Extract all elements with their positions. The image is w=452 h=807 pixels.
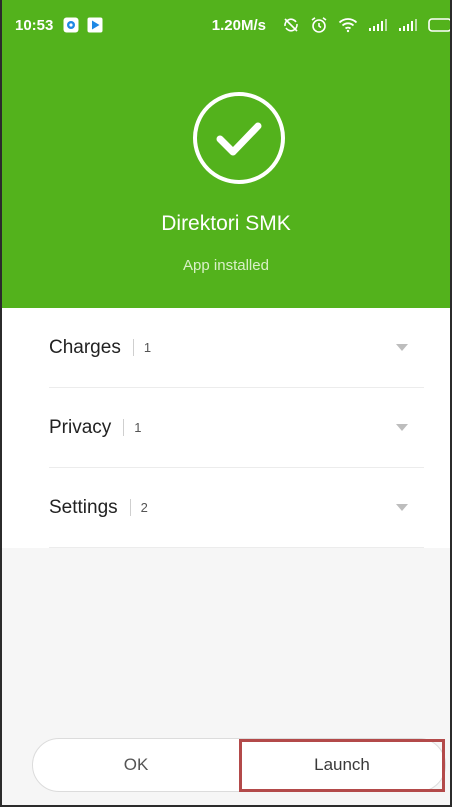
battery-icon (428, 18, 450, 32)
play-store-icon (87, 17, 103, 33)
section-label: Charges (49, 336, 121, 358)
divider (132, 339, 134, 356)
app-installed-screen: 10:53 1.20M/s Direktori SMK App installe… (0, 0, 452, 807)
app-name: Direktori SMK (161, 212, 291, 235)
section-count: 2 (140, 500, 148, 515)
section-count: 1 (143, 340, 152, 355)
sync-off-icon (282, 16, 300, 34)
install-status: App installed (183, 257, 269, 274)
signal-icon (368, 18, 388, 32)
install-header: 10:53 1.20M/s Direktori SMK App installe… (2, 0, 450, 308)
status-time: 10:53 (15, 16, 54, 34)
launch-button[interactable]: Launch (239, 739, 445, 791)
ok-button[interactable]: OK (33, 739, 239, 791)
section-privacy[interactable]: Privacy 1 (49, 388, 424, 468)
alarm-icon (310, 16, 328, 34)
wifi-icon (338, 17, 358, 33)
section-count: 1 (134, 420, 142, 435)
app-notification-icon (63, 17, 79, 33)
section-settings[interactable]: Settings 2 (49, 468, 424, 548)
divider (129, 499, 131, 516)
divider (123, 419, 125, 436)
section-charges[interactable]: Charges 1 (49, 308, 424, 388)
permissions-list: Charges 1 Privacy 1 Settings 2 (2, 308, 450, 548)
status-right-group: 1.20M/s (212, 0, 450, 50)
signal-icon (398, 18, 418, 32)
chevron-down-icon[interactable] (396, 504, 408, 511)
success-check-icon (192, 91, 286, 185)
chevron-down-icon[interactable] (396, 424, 408, 431)
status-bar: 10:53 1.20M/s (2, 0, 450, 50)
network-speed: 1.20M/s (211, 16, 266, 34)
section-label: Settings (49, 496, 118, 518)
action-bar: OK Launch (32, 738, 446, 792)
section-label: Privacy (49, 416, 112, 438)
chevron-down-icon[interactable] (396, 344, 408, 351)
